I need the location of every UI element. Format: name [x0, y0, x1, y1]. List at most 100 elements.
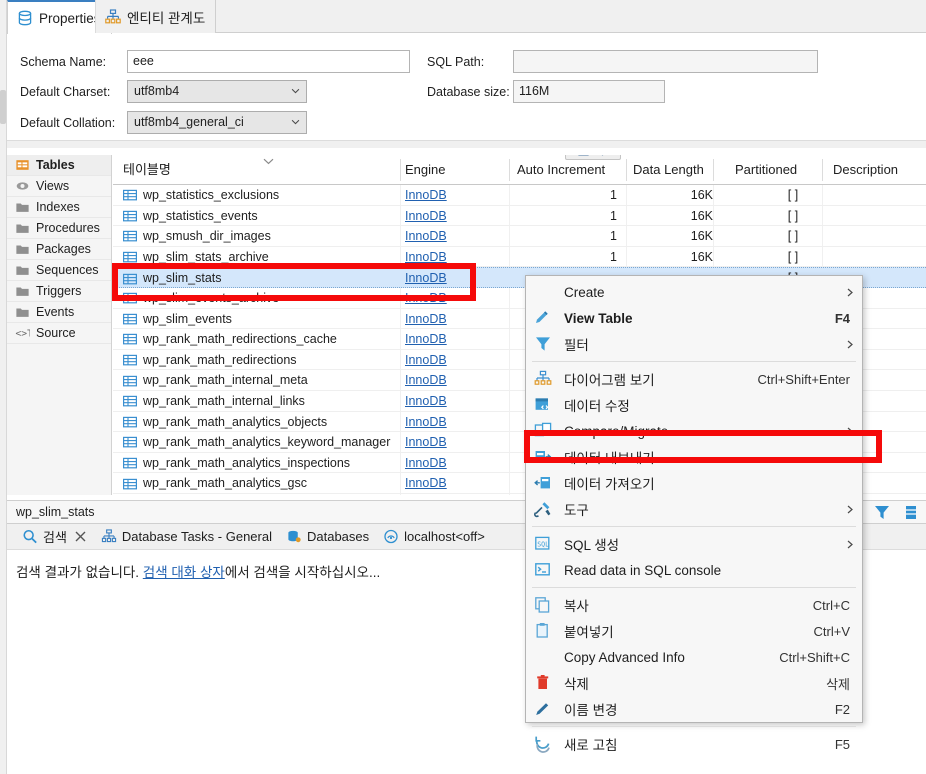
engine-cell[interactable]: InnoDB: [405, 391, 447, 412]
column-header-data-length[interactable]: Data Length: [633, 155, 704, 184]
menu-item-compare/migrate[interactable]: Compare/Migrate: [526, 418, 862, 444]
table-row-icon: [123, 273, 137, 285]
message-prefix: 검색 결과가 없습니다.: [16, 565, 143, 580]
menu-item-새로-고침[interactable]: 새로 고침 F5: [526, 731, 862, 757]
menu-item-삭제[interactable]: 삭제 삭제: [526, 670, 862, 696]
message-suffix: 에서 검색을 시작하십시오...: [224, 565, 381, 580]
menu-item-create[interactable]: Create: [526, 279, 862, 305]
sidebar-item-tables[interactable]: Tables: [7, 155, 111, 176]
engine-cell[interactable]: InnoDB: [405, 494, 447, 495]
bottom-tab-databases[interactable]: Databases: [279, 524, 376, 550]
menu-item-read-data-in-sql-console[interactable]: Read data in SQL console: [526, 557, 862, 583]
filter-icon[interactable]: [874, 504, 890, 521]
folder-icon: [16, 203, 29, 212]
table-name-cell[interactable]: wp_slim_stats: [123, 268, 222, 289]
tab-er-diagram[interactable]: 엔티티 관계도: [95, 0, 217, 33]
menu-item-view-table[interactable]: View Table F4: [526, 305, 862, 331]
table-row[interactable]: wp_slim_stats_archive InnoDB 1 16K [ ]: [113, 247, 926, 268]
sort-order-control[interactable]: [565, 155, 621, 160]
table-name-cell[interactable]: wp_rank_math_internal_links: [123, 391, 305, 412]
engine-cell[interactable]: InnoDB: [405, 350, 447, 371]
table-name-cell[interactable]: wp_statistics_exclusions: [123, 185, 279, 206]
sort-ascending-icon[interactable]: [577, 155, 590, 157]
default-charset-combo[interactable]: utf8mb4: [127, 80, 307, 103]
horizontal-splitter[interactable]: [7, 141, 926, 148]
header-divider: [626, 159, 627, 181]
table-name-cell[interactable]: wp_statistics_events: [123, 206, 258, 227]
bottom-tab-database-tasks[interactable]: Database Tasks - General: [94, 524, 279, 550]
table-name-cell[interactable]: wp_rank_math_analytics_keyword_manager: [123, 432, 390, 453]
menu-item-도구[interactable]: 도구: [526, 496, 862, 522]
engine-cell[interactable]: InnoDB: [405, 309, 447, 330]
bottom-tab-search[interactable]: 검색: [15, 524, 94, 550]
sort-descending-icon[interactable]: [596, 155, 609, 157]
bottom-tab-localhost[interactable]: localhost<off>: [376, 524, 492, 550]
sidebar-item-sequences[interactable]: Sequences: [7, 260, 111, 281]
engine-cell[interactable]: InnoDB: [405, 247, 447, 268]
engine-cell[interactable]: InnoDB: [405, 412, 447, 433]
splitter-grip[interactable]: [0, 90, 6, 124]
default-collation-combo[interactable]: utf8mb4_general_ci: [127, 111, 307, 134]
database-size-label: Database size:: [427, 85, 510, 99]
search-dialog-link[interactable]: 검색 대화 상자: [143, 565, 225, 580]
sidebar-item-procedures[interactable]: Procedures: [7, 218, 111, 239]
table-name-cell[interactable]: wp_slim_events_archive: [123, 288, 279, 309]
table-row[interactable]: wp_statistics_exclusions InnoDB 1 16K [ ]: [113, 185, 926, 206]
table-name-cell[interactable]: wp_slim_stats_archive: [123, 247, 269, 268]
engine-cell[interactable]: InnoDB: [405, 185, 447, 206]
close-icon[interactable]: [74, 530, 87, 543]
table-name-cell[interactable]: wp_rank_math_redirections_cache: [123, 329, 337, 350]
sidebar-item-source[interactable]: <>T Source: [7, 323, 111, 344]
engine-cell[interactable]: InnoDB: [405, 432, 447, 453]
menu-item-이름-변경[interactable]: 이름 변경 F2: [526, 696, 862, 722]
menu-item-필터[interactable]: 필터: [526, 331, 862, 357]
engine-cell[interactable]: InnoDB: [405, 206, 447, 227]
sidebar-item-triggers[interactable]: Triggers: [7, 281, 111, 302]
table-row-icon: [123, 210, 137, 222]
menu-item-sql-생성[interactable]: SQL SQL 생성: [526, 531, 862, 557]
table-name-cell[interactable]: wp_rank_math_internal_meta: [123, 370, 308, 391]
menu-item-copy-advanced-info[interactable]: Copy Advanced Info Ctrl+Shift+C: [526, 644, 862, 670]
table-row[interactable]: wp_smush_dir_images InnoDB 1 16K [ ]: [113, 226, 926, 247]
column-header-table-name[interactable]: 테이블명: [123, 155, 171, 184]
table-name-cell[interactable]: wp_rank_math_analytics_gsc: [123, 473, 307, 494]
engine-cell[interactable]: InnoDB: [405, 453, 447, 474]
menu-item-데이터-가져오기[interactable]: 데이터 가져오기: [526, 470, 862, 496]
menu-item-복사[interactable]: 복사 Ctrl+C: [526, 592, 862, 618]
table-row-icon: [123, 313, 137, 325]
sidebar-item-views[interactable]: Views: [7, 176, 111, 197]
table-name-cell[interactable]: wp_slim_events: [123, 309, 232, 330]
table-name-cell[interactable]: wp_rank_math_404_logs: [123, 494, 283, 495]
table-row[interactable]: wp_statistics_events InnoDB 1 16K [ ]: [113, 206, 926, 227]
column-header-partitioned[interactable]: Partitioned: [735, 155, 797, 184]
engine-cell[interactable]: InnoDB: [405, 473, 447, 494]
engine-cell[interactable]: InnoDB: [405, 329, 447, 350]
sidebar-item-indexes[interactable]: Indexes: [7, 197, 111, 218]
table-name-cell[interactable]: wp_rank_math_redirections: [123, 350, 297, 371]
sidebar-item-packages[interactable]: Packages: [7, 239, 111, 260]
engine-cell[interactable]: InnoDB: [405, 370, 447, 391]
menu-item-다이어그램-보기[interactable]: 다이어그램 보기 Ctrl+Shift+Enter: [526, 366, 862, 392]
tools-icon: [534, 502, 551, 518]
chevron-down-icon[interactable]: [263, 158, 274, 165]
er-diagram-icon: [105, 8, 121, 23]
column-header-engine[interactable]: Engine: [405, 155, 445, 184]
sidebar-item-events[interactable]: Events: [7, 302, 111, 323]
menu-item-데이터-수정[interactable]: 데이터 수정: [526, 392, 862, 418]
engine-cell[interactable]: InnoDB: [405, 226, 447, 247]
menu-item-label: 새로 고침: [564, 738, 618, 753]
menu-item-붙여넣기[interactable]: 붙여넣기 Ctrl+V: [526, 618, 862, 644]
menu-item-데이터-내보내기[interactable]: 데이터 내보내기: [526, 444, 862, 470]
sql-path-input[interactable]: [513, 50, 818, 73]
table-name-cell[interactable]: wp_rank_math_analytics_inspections: [123, 453, 350, 474]
column-icon[interactable]: [904, 504, 918, 521]
delete-icon: [537, 675, 549, 689]
column-header-description[interactable]: Description: [833, 155, 898, 184]
engine-cell[interactable]: InnoDB: [405, 288, 447, 309]
sql-path-label: SQL Path:: [427, 55, 485, 69]
schema-name-input[interactable]: eee: [127, 50, 410, 73]
database-size-input[interactable]: 116M: [513, 80, 665, 103]
table-name-cell[interactable]: wp_rank_math_analytics_objects: [123, 412, 327, 433]
table-name-cell[interactable]: wp_smush_dir_images: [123, 226, 271, 247]
engine-cell[interactable]: InnoDB: [405, 268, 447, 289]
